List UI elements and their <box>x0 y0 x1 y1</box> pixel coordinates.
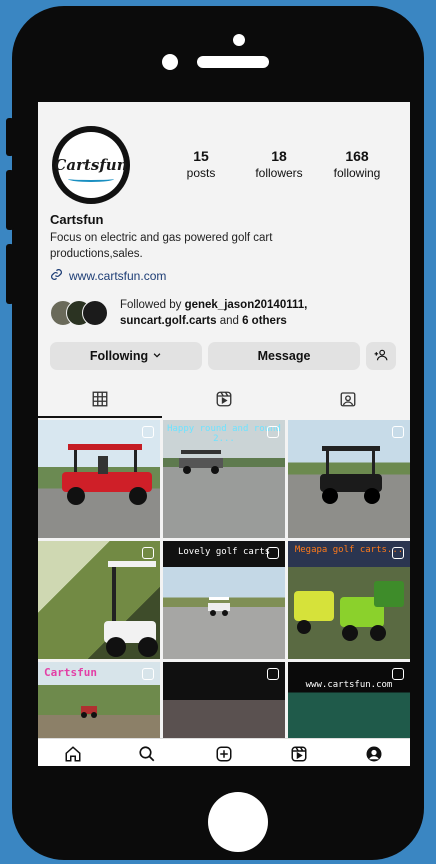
posts-grid: Happy round and round 2... Lovely golf c… <box>38 420 410 738</box>
suggest-users-button[interactable] <box>366 342 396 370</box>
reel-badge-icon <box>267 426 279 438</box>
followed-by-text[interactable]: Followed by genek_jason20140111, suncart… <box>120 297 400 329</box>
add-user-icon <box>374 348 388 365</box>
nav-home[interactable] <box>62 745 84 766</box>
following-button[interactable]: Following <box>50 342 202 370</box>
reel-badge-icon <box>142 426 154 438</box>
home-button[interactable] <box>208 792 268 852</box>
reel-badge-icon <box>267 547 279 559</box>
profile-icon <box>365 745 383 767</box>
profile-bio: Focus on electric and gas powered golf c… <box>50 232 273 260</box>
grid-post[interactable]: Megapa golf carts... <box>288 541 410 659</box>
grid-post[interactable]: Cartsfun <box>38 662 160 738</box>
grid-post[interactable]: Lovely golf carts <box>163 541 285 659</box>
logo-swoosh <box>68 176 114 182</box>
mutual-followers-avatars[interactable] <box>50 300 116 326</box>
bottom-nav-bar <box>38 738 410 766</box>
create-icon <box>215 745 233 767</box>
grid-icon <box>91 390 109 413</box>
volume-up-button <box>6 170 14 230</box>
tab-grid[interactable] <box>38 384 162 418</box>
active-tab-indicator <box>38 416 162 418</box>
reel-badge-icon <box>392 547 404 559</box>
nav-profile[interactable] <box>363 745 385 766</box>
reel-badge-icon <box>142 668 154 680</box>
stat-posts[interactable]: 15 posts <box>166 148 236 180</box>
stat-followers[interactable]: 18 followers <box>244 148 314 180</box>
proximity-sensor <box>162 54 178 70</box>
chevron-down-icon <box>152 349 162 363</box>
message-button[interactable]: Message <box>208 342 360 370</box>
profile-website-link[interactable]: www.cartsfun.com <box>50 268 166 284</box>
tab-reels[interactable] <box>162 384 286 418</box>
followed-by-others[interactable]: 6 others <box>242 315 287 327</box>
reel-badge-icon <box>267 668 279 680</box>
tab-tagged[interactable] <box>286 384 410 418</box>
reel-badge-icon <box>392 668 404 680</box>
nav-search[interactable] <box>136 745 158 766</box>
grid-post[interactable] <box>38 541 160 659</box>
following-count: 168 <box>345 148 369 164</box>
grid-post[interactable] <box>163 662 285 738</box>
reel-badge-icon <box>392 426 404 438</box>
posts-count: 15 <box>193 148 209 164</box>
stat-following[interactable]: 168 following <box>322 148 392 180</box>
volume-down-button <box>6 244 14 304</box>
nav-create[interactable] <box>213 745 235 766</box>
search-icon <box>138 745 156 767</box>
post-caption: www.cartsfun.com <box>305 680 393 690</box>
front-camera <box>233 34 245 46</box>
profile-tabs <box>38 384 410 418</box>
posts-label: posts <box>186 166 216 180</box>
followers-count: 18 <box>271 148 287 164</box>
followers-label: followers <box>255 166 303 180</box>
home-icon <box>64 745 82 767</box>
earpiece-speaker <box>197 56 269 68</box>
grid-post[interactable]: www.cartsfun.com <box>288 662 410 738</box>
app-screen: Cartsfun 15 posts 18 followers 168 follo… <box>38 102 410 766</box>
reels-icon <box>290 745 308 767</box>
following-label: following <box>333 166 381 180</box>
grid-post[interactable] <box>288 420 410 538</box>
avatar-logo-text: Cartsfun <box>54 156 128 174</box>
grid-post[interactable] <box>38 420 160 538</box>
link-icon <box>50 268 63 284</box>
reels-icon <box>215 390 233 413</box>
mutual-avatar-3 <box>82 300 108 326</box>
followed-by-prefix: Followed by <box>120 299 185 311</box>
followed-by-user-2[interactable]: suncart.golf.carts <box>120 315 217 327</box>
message-button-label: Message <box>257 349 311 363</box>
mute-switch <box>6 118 14 156</box>
reel-badge-icon <box>142 547 154 559</box>
website-text: www.cartsfun.com <box>69 269 167 283</box>
grid-post[interactable]: Happy round and round 2... <box>163 420 285 538</box>
nav-reels[interactable] <box>288 745 310 766</box>
profile-name: Cartsfun <box>50 212 104 227</box>
following-button-label: Following <box>89 349 149 363</box>
profile-avatar[interactable]: Cartsfun <box>52 126 130 204</box>
followed-by-user-1[interactable]: genek_jason20140111, <box>185 299 308 311</box>
followed-by-and: and <box>216 315 243 327</box>
tagged-icon <box>339 390 357 413</box>
